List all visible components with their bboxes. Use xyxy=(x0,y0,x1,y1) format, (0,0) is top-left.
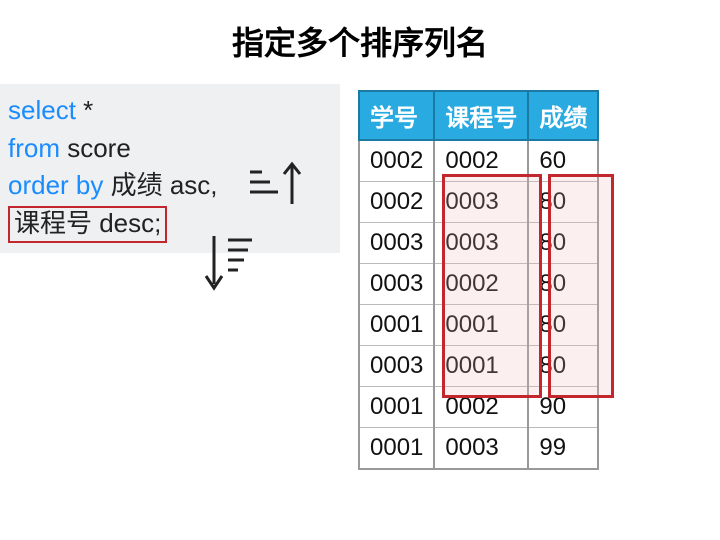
cell: 80 xyxy=(528,305,598,346)
cell: 0001 xyxy=(434,346,528,387)
sql-line-4: 课程号 desc; xyxy=(8,205,326,243)
content-area: select * from score order by 成绩 asc, 课程号… xyxy=(0,74,720,470)
cell: 60 xyxy=(528,140,598,182)
sql-code-block: select * from score order by 成绩 asc, 课程号… xyxy=(0,84,340,253)
kw-select: select xyxy=(8,95,76,125)
cell: 80 xyxy=(528,346,598,387)
table-row: 0003000280 xyxy=(359,264,598,305)
cell: 0003 xyxy=(434,223,528,264)
cell: 0003 xyxy=(359,264,434,305)
sql-ordercol1: 成绩 asc, xyxy=(103,170,217,200)
cell: 0002 xyxy=(434,264,528,305)
cell: 0003 xyxy=(434,428,528,470)
result-table-wrap: 学号 课程号 成绩 0002000260 0002000380 00030003… xyxy=(358,90,599,470)
cell: 0002 xyxy=(434,140,528,182)
cell: 80 xyxy=(528,182,598,223)
table-row: 0003000380 xyxy=(359,223,598,264)
cell: 80 xyxy=(528,223,598,264)
kw-orderby: order by xyxy=(8,170,103,200)
cell: 0002 xyxy=(359,140,434,182)
table-header-row: 学号 课程号 成绩 xyxy=(359,91,598,140)
cell: 80 xyxy=(528,264,598,305)
table-row: 0002000260 xyxy=(359,140,598,182)
cell: 0001 xyxy=(359,387,434,428)
sql-star: * xyxy=(76,95,93,125)
cell: 0001 xyxy=(359,305,434,346)
cell: 0002 xyxy=(434,387,528,428)
cell: 0001 xyxy=(359,428,434,470)
sort-asc-icon xyxy=(242,160,312,208)
cell: 90 xyxy=(528,387,598,428)
sql-line-1: select * xyxy=(8,92,326,130)
sql-table: score xyxy=(60,133,131,163)
cell: 0003 xyxy=(434,182,528,223)
result-table: 学号 课程号 成绩 0002000260 0002000380 00030003… xyxy=(358,90,599,470)
th-student-id: 学号 xyxy=(359,91,434,140)
cell: 0002 xyxy=(359,182,434,223)
table-row: 0001000399 xyxy=(359,428,598,470)
table-row: 0003000180 xyxy=(359,346,598,387)
sort-desc-icon xyxy=(200,232,256,294)
table-row: 0001000180 xyxy=(359,305,598,346)
cell: 0001 xyxy=(434,305,528,346)
table-row: 0001000290 xyxy=(359,387,598,428)
kw-from: from xyxy=(8,133,60,163)
table-row: 0002000380 xyxy=(359,182,598,223)
sql-highlight-desc: 课程号 desc; xyxy=(8,206,167,243)
cell: 0003 xyxy=(359,223,434,264)
th-course-id: 课程号 xyxy=(434,91,528,140)
cell: 0003 xyxy=(359,346,434,387)
th-score: 成绩 xyxy=(528,91,598,140)
cell: 99 xyxy=(528,428,598,470)
page-title: 指定多个排序列名 xyxy=(0,0,720,74)
